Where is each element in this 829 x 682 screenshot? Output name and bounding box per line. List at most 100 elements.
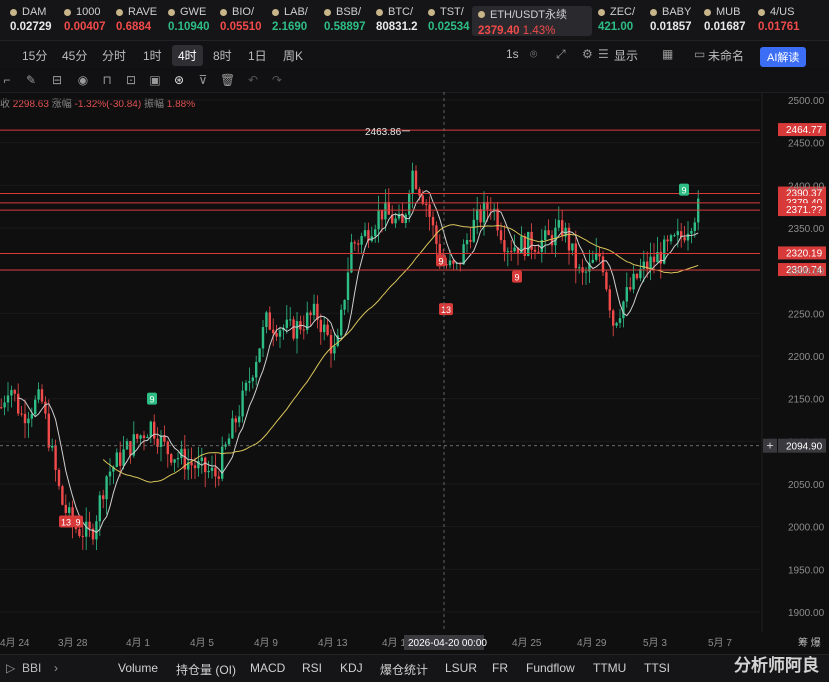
candle-body [142, 435, 146, 439]
candle-body [119, 452, 122, 466]
candle-body [629, 287, 632, 290]
ticker-item[interactable]: TST/0.02534 [428, 6, 470, 36]
pencil-icon[interactable]: ✎ [24, 73, 38, 87]
price-line-label: 2371.?? [786, 205, 823, 216]
candle-body [241, 390, 244, 417]
x-tick-label: 3月 28 [58, 637, 88, 649]
candle-body [193, 465, 197, 469]
candle-body [23, 413, 27, 424]
filter-icon[interactable]: ⊽ [196, 73, 210, 87]
candle-body [289, 319, 292, 321]
candle-body [608, 289, 611, 311]
indicator-rsi[interactable]: RSI [302, 661, 322, 675]
candle-body [571, 243, 574, 251]
candle-body [329, 335, 333, 354]
ticker-item[interactable]: DAM 0.02729 [10, 6, 52, 36]
chevron-right-icon[interactable]: › [54, 661, 58, 675]
candle-body [377, 210, 380, 230]
timeframe-week[interactable]: 周K [283, 47, 303, 64]
indicator-kdj[interactable]: KDJ [340, 661, 363, 675]
td-marker-label: 9 [75, 518, 80, 528]
coin-icon [650, 8, 657, 16]
candle-body [384, 202, 387, 220]
candle-body [153, 421, 156, 439]
x-tick-label: 4月 24 [0, 637, 30, 649]
display-button[interactable]: 显示 [614, 47, 638, 64]
candle-body [326, 324, 329, 336]
undo-icon[interactable]: ↶ [246, 73, 260, 87]
lock-icon[interactable]: ⊡ [124, 73, 138, 87]
ai-analysis-button[interactable]: AI解读 [760, 47, 807, 67]
candle-body [40, 389, 44, 402]
candle-body [227, 438, 231, 445]
ticker-item[interactable]: BIO/0.05510 [220, 6, 262, 36]
display-toggle-icon: ☰ [598, 47, 609, 61]
candle-body [479, 209, 482, 223]
indicator-fr[interactable]: FR [492, 661, 508, 675]
ruler-icon[interactable]: ⊟ [50, 73, 64, 87]
timeframe-4h[interactable]: 4时 [172, 45, 203, 66]
camera-icon[interactable]: ⌾ [530, 47, 537, 62]
ticker-item[interactable]: 1000 0.00407 [64, 6, 106, 36]
ticker-item[interactable]: BABY 0.01857 [650, 6, 692, 36]
timeframe-bar: 15分 45分 分时 1时 4时 8时 1日 周K 1s ⌾ ⤢ ⚙ ☰ 显示 … [0, 41, 829, 69]
indicator-volume[interactable]: Volume [118, 661, 158, 675]
ticker-item[interactable]: GWE 0.10940 [168, 6, 210, 36]
ticker-item[interactable]: 4/US 0.01761 [758, 6, 800, 36]
candle-body [244, 382, 248, 391]
indicator-ttsi[interactable]: TTSI [644, 661, 670, 675]
crop-icon[interactable]: ⌐ [0, 73, 14, 87]
layout-name-select[interactable]: 未命名 [708, 47, 744, 64]
candle-body [139, 435, 142, 439]
indicator-fundflow[interactable]: Fundflow [526, 661, 575, 675]
candle-body [234, 418, 237, 423]
ticker-item[interactable]: MUB 0.01687 [704, 6, 746, 36]
timeframe-8h[interactable]: 8时 [213, 47, 232, 64]
y-tick-label: 1900.00 [788, 608, 825, 619]
candle-body [357, 243, 360, 245]
timeframe-45m[interactable]: 45分 [62, 47, 87, 64]
grid-icon[interactable]: ▦ [662, 47, 673, 61]
eye-icon[interactable]: ◉ [76, 73, 90, 87]
arrow-left-icon[interactable]: ▷ [6, 661, 15, 675]
expand-icon[interactable]: ⤢ [556, 47, 566, 62]
indicator-oi[interactable]: 持仓量 (OI) [176, 661, 236, 678]
drawing-layers-icon[interactable]: ⊛ [172, 73, 186, 87]
ticker-item[interactable]: LAB/2.1690 [272, 6, 308, 36]
ticker-item[interactable]: ZEC/421.00 [598, 6, 635, 36]
timeframe-1h[interactable]: 1时 [143, 47, 162, 64]
candle-body [557, 220, 560, 228]
coin-icon [376, 8, 383, 16]
indicator-macd[interactable]: MACD [250, 661, 285, 675]
timeframe-tick[interactable]: 分时 [102, 47, 126, 64]
candle-body [425, 203, 428, 205]
candle-body [669, 235, 673, 242]
candlestick-chart[interactable]: 2464.772390.372379.402371.??2320.192300.… [0, 92, 829, 632]
candle-body [292, 319, 295, 339]
timeframe-1d[interactable]: 1日 [248, 47, 267, 64]
interval-select[interactable]: 1s [506, 47, 519, 61]
indicator-lsur[interactable]: LSUR [445, 661, 477, 675]
ticker-item-active[interactable]: ETH/USDT永续 2379.40 1.43% [472, 6, 592, 37]
indicator-liquidation[interactable]: 爆仓统计 [380, 661, 428, 678]
candle-body [170, 454, 173, 463]
candle-body [652, 256, 656, 263]
ticker-item[interactable]: BSB/0.58897 [324, 6, 366, 36]
redo-icon[interactable]: ↷ [270, 73, 284, 87]
axis-extra-label: 筹 爆 [798, 636, 821, 649]
settings-icon[interactable]: ⚙ [582, 47, 593, 61]
ticker-item[interactable]: BTC/80831.2 [376, 6, 418, 36]
ticker-item[interactable]: RAVE 0.6884 [116, 6, 157, 36]
candle-body [258, 348, 261, 362]
candle-body [248, 381, 251, 383]
trash-icon[interactable]: 🗑 [220, 73, 235, 87]
candle-body [13, 389, 16, 394]
indicator-ttmu[interactable]: TTMU [593, 661, 626, 675]
candle-body [210, 467, 214, 471]
candle-body [666, 239, 669, 242]
layers-icon[interactable]: ▣ [148, 73, 162, 87]
timeframe-15m[interactable]: 15分 [22, 47, 47, 64]
indicator-bbi[interactable]: BBI [22, 661, 41, 675]
candle-body [122, 449, 125, 466]
magnet-icon[interactable]: ⊓ [100, 73, 114, 87]
